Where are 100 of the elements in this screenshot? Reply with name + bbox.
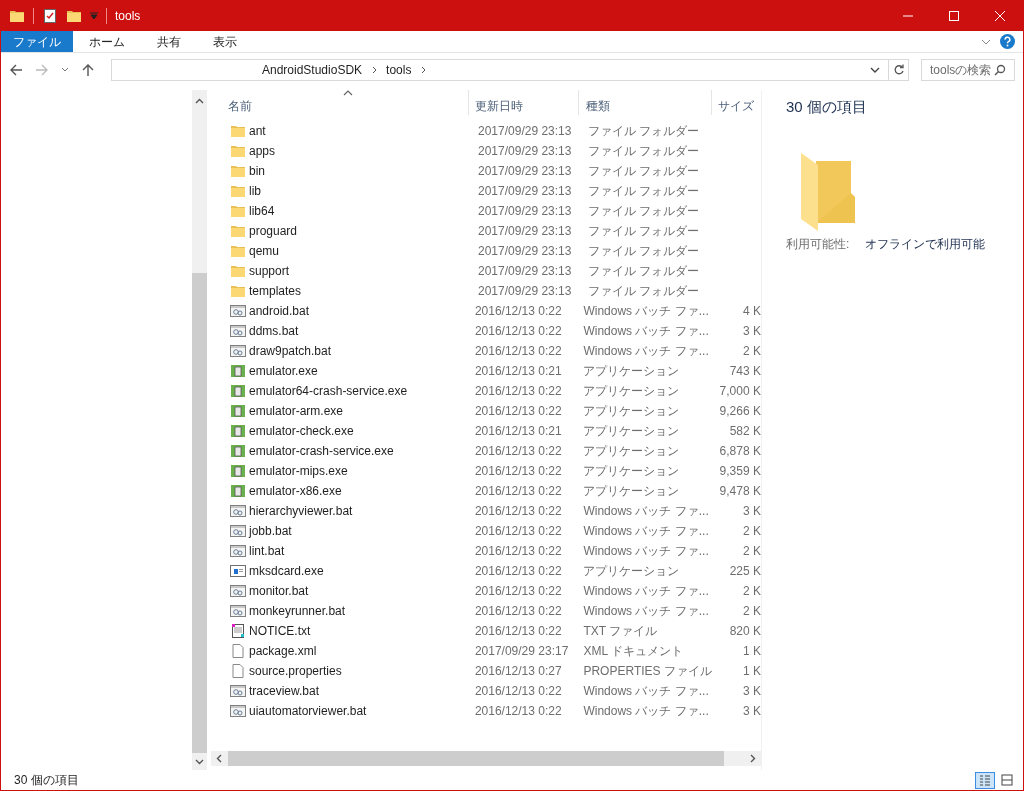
modified-date: 2016/12/13 0:21 [474, 423, 563, 440]
back-arrow-icon[interactable] [9, 63, 23, 77]
refresh-icon[interactable] [892, 64, 905, 76]
ribbon-tab[interactable]: 表示 [197, 31, 253, 52]
file-name: android.bat [249, 303, 311, 320]
file-row[interactable]: emulator64-crash-service.exe 2016/12/13 0:22 アプリケーション 7,000 K [211, 381, 761, 401]
ribbon-tab[interactable]: ファイル [1, 31, 73, 52]
column-header[interactable]: サイズ [712, 90, 761, 115]
file-name: emulator-x86.exe [249, 483, 343, 500]
file-name: hierarchyviewer.bat [249, 503, 354, 520]
file-type: ファイル フォルダー [588, 263, 701, 280]
properties-icon[interactable] [42, 8, 58, 24]
ribbon-tab[interactable]: ホーム [73, 31, 141, 52]
file-row[interactable]: qemu 2017/09/29 23:13 ファイル フォルダー [211, 241, 761, 261]
chevron-down-icon[interactable] [870, 65, 880, 75]
file-name: apps [249, 143, 277, 160]
file-row[interactable]: uiautomatorviewer.bat 2016/12/13 0:22 Windows バッチ ファ... 3 K [211, 701, 761, 721]
modified-date: 2016/12/13 0:22 [474, 603, 563, 620]
gears-window-icon [230, 543, 246, 559]
file-row[interactable]: bin 2017/09/29 23:13 ファイル フォルダー [211, 161, 761, 181]
column-header[interactable]: 更新日時 [469, 90, 579, 115]
modified-date: 2016/12/13 0:22 [474, 443, 563, 460]
file-row[interactable]: NOTICE.txt 2016/12/13 0:22 TXT ファイル 820 K [211, 621, 761, 641]
modified-date: 2016/12/13 0:22 [474, 683, 563, 700]
folder-icon [230, 243, 246, 259]
modified-date: 2016/12/13 0:22 [474, 463, 563, 480]
file-row[interactable]: package.xml 2017/09/29 23:17 XML ドキュメント 1 K [211, 641, 761, 661]
help-icon[interactable] [1000, 34, 1015, 49]
recent-dropdown-icon[interactable] [61, 66, 69, 74]
search-field[interactable]: toolsの検索 [921, 59, 1015, 81]
file-row[interactable]: ant 2017/09/29 23:13 ファイル フォルダー [211, 121, 761, 141]
file-row[interactable]: monkeyrunner.bat 2016/12/13 0:22 Windows バッチ ファ... 2 K [211, 601, 761, 621]
search-icon [994, 64, 1006, 76]
modified-date: 2017/09/29 23:13 [478, 223, 573, 240]
file-type: Windows バッチ ファ... [583, 503, 710, 520]
file-row[interactable]: jobb.bat 2016/12/13 0:22 Windows バッチ ファ... 2 K [211, 521, 761, 541]
file-row[interactable]: emulator-mips.exe 2016/12/13 0:22 アプリケーション 9,359 K [211, 461, 761, 481]
column-header[interactable]: 名前 [211, 90, 469, 115]
dropdown-caret-icon[interactable] [90, 12, 98, 20]
file-row[interactable]: emulator-arm.exe 2016/12/13 0:22 アプリケーション 9,266 K [211, 401, 761, 421]
file-row[interactable]: templates 2017/09/29 23:13 ファイル フォルダー [211, 281, 761, 301]
modified-date: 2016/12/13 0:22 [474, 623, 563, 640]
folder-icon [230, 183, 246, 199]
modified-date: 2016/12/13 0:22 [474, 403, 563, 420]
modified-date: 2016/12/13 0:22 [474, 563, 563, 580]
ribbon-tab[interactable]: 共有 [141, 31, 197, 52]
window-icon [230, 563, 246, 579]
file-row[interactable]: mksdcard.exe 2016/12/13 0:22 アプリケーション 225 K [211, 561, 761, 581]
file-name: traceview.bat [249, 683, 321, 700]
file-row[interactable]: lib 2017/09/29 23:13 ファイル フォルダー [211, 181, 761, 201]
file-row[interactable]: proguard 2017/09/29 23:13 ファイル フォルダー [211, 221, 761, 241]
file-size: 743 K [728, 363, 761, 380]
scrollbar-thumb[interactable] [192, 273, 207, 753]
file-row[interactable]: traceview.bat 2016/12/13 0:22 Windows バッチ ファ... 3 K [211, 681, 761, 701]
modified-date: 2016/12/13 0:22 [474, 323, 563, 340]
file-type: アプリケーション [583, 383, 681, 400]
file-row[interactable]: emulator-check.exe 2016/12/13 0:21 アプリケーション 582 K [211, 421, 761, 441]
file-type: アプリケーション [583, 403, 681, 420]
file-row[interactable]: emulator.exe 2016/12/13 0:21 アプリケーション 743 K [211, 361, 761, 381]
file-row[interactable]: support 2017/09/29 23:13 ファイル フォルダー [211, 261, 761, 281]
modified-date: 2017/09/29 23:13 [478, 143, 573, 160]
modified-date: 2017/09/29 23:13 [478, 263, 573, 280]
blank-file-icon [230, 663, 246, 679]
modified-date: 2016/12/13 0:22 [474, 303, 563, 320]
file-row[interactable]: hierarchyviewer.bat 2016/12/13 0:22 Windows バッチ ファ... 3 K [211, 501, 761, 521]
gears-window-icon [230, 603, 246, 619]
file-size: 9,266 K [718, 403, 761, 420]
folder-icon [230, 203, 246, 219]
file-row[interactable]: emulator-x86.exe 2016/12/13 0:22 アプリケーション 9,478 K [211, 481, 761, 501]
address-bar[interactable]: AndroidStudioSDK tools [111, 59, 909, 81]
file-row[interactable]: android.bat 2016/12/13 0:22 Windows バッチ ファ... 4 K [211, 301, 761, 321]
file-type: Windows バッチ ファ... [583, 323, 710, 340]
file-name: draw9patch.bat [249, 343, 333, 360]
file-row[interactable]: lib64 2017/09/29 23:13 ファイル フォルダー [211, 201, 761, 221]
up-arrow-icon[interactable] [81, 63, 95, 77]
file-name: emulator-mips.exe [249, 463, 349, 480]
file-row[interactable]: source.properties 2016/12/13 0:27 PROPERTIES ファイル 1 K [211, 661, 761, 681]
modified-date: 2017/09/29 23:13 [478, 243, 573, 260]
gears-window-icon [230, 343, 246, 359]
file-row[interactable]: ddms.bat 2016/12/13 0:22 Windows バッチ ファ... 3 K [211, 321, 761, 341]
view-toggle[interactable] [975, 771, 995, 789]
file-row[interactable]: monitor.bat 2016/12/13 0:22 Windows バッチ ファ... 2 K [211, 581, 761, 601]
vertical-scrollbar[interactable] [192, 90, 207, 770]
file-size: 582 K [728, 423, 761, 440]
chevron-right-icon[interactable] [419, 66, 428, 74]
file-name: jobb.bat [249, 523, 293, 540]
file-row[interactable]: draw9patch.bat 2016/12/13 0:22 Windows バッチ ファ... 2 K [211, 341, 761, 361]
breadcrumb-item[interactable]: AndroidStudioSDK [258, 61, 367, 79]
column-header[interactable]: 種類 [579, 90, 712, 115]
file-name: templates [249, 283, 303, 300]
breadcrumb-item[interactable]: tools [382, 61, 416, 79]
file-row[interactable]: lint.bat 2016/12/13 0:22 Windows バッチ ファ... 2 K [211, 541, 761, 561]
file-row[interactable]: emulator-crash-service.exe 2016/12/13 0:22 アプリケーション 6,878 K [211, 441, 761, 461]
file-type: アプリケーション [583, 423, 681, 440]
file-row[interactable]: apps 2017/09/29 23:13 ファイル フォルダー [211, 141, 761, 161]
file-size: 2 K [741, 603, 761, 620]
file-size: 820 K [728, 623, 761, 640]
chevron-right-icon[interactable] [370, 66, 379, 74]
file-name: NOTICE.txt [249, 623, 312, 640]
file-name: emulator-arm.exe [249, 403, 345, 420]
